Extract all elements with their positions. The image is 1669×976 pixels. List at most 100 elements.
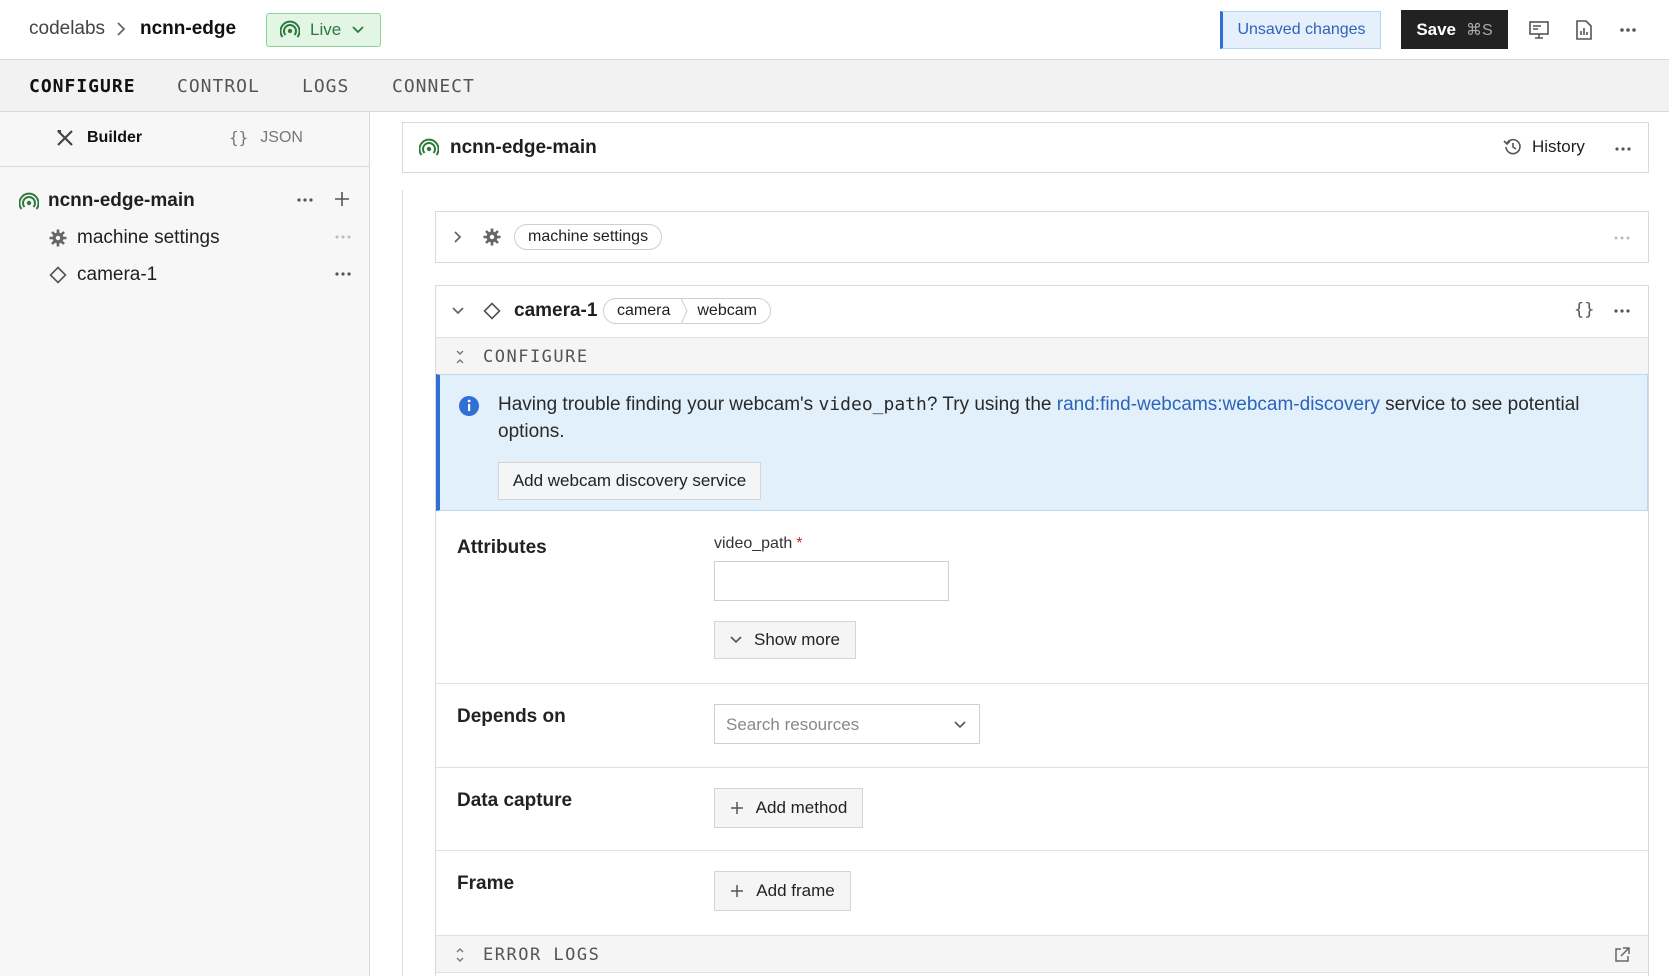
tree-guide-line (402, 190, 403, 976)
add-webcam-discovery-button[interactable]: Add webcam discovery service (498, 462, 761, 500)
history-button[interactable]: History (1503, 137, 1585, 157)
live-status-label: Live (310, 20, 342, 39)
chevron-down-icon (351, 25, 365, 35)
info-icon (458, 395, 480, 417)
video-path-label-text: video_path (714, 535, 793, 552)
divider (436, 850, 1648, 851)
report-icon[interactable] (1574, 19, 1594, 41)
braces-icon[interactable]: {} (1574, 300, 1594, 320)
error-logs-section-header[interactable]: ERROR LOGS (436, 935, 1648, 973)
component-type-chip: camera webcam (603, 298, 771, 324)
json-label: JSON (260, 128, 303, 146)
info-text-pre: Having trouble finding your webcam's (498, 394, 814, 415)
chevron-down-icon (954, 721, 966, 729)
unsaved-changes-badge: Unsaved changes (1220, 11, 1381, 49)
required-marker: * (796, 535, 803, 552)
chevron-right-icon[interactable] (453, 230, 463, 244)
chevron-down-icon (730, 636, 742, 644)
component-model: webcam (697, 302, 757, 319)
expand-icon (455, 948, 465, 962)
divider (436, 683, 1648, 684)
gear-icon (49, 229, 67, 247)
builder-json-toggle: Builder {} JSON (0, 112, 369, 167)
chevron-down-icon[interactable] (451, 306, 465, 316)
more-options-icon[interactable] (296, 192, 314, 208)
discovery-service-link[interactable]: rand:find-webcams:webcam-discovery (1057, 394, 1380, 415)
add-method-button[interactable]: Add method (714, 788, 863, 828)
info-message: Having trouble finding your webcam's vid… (498, 391, 1618, 445)
info-code: video_path (818, 394, 927, 415)
configure-section-header[interactable]: CONFIGURE (436, 337, 1648, 375)
tree-item-camera-1[interactable]: camera-1 (0, 257, 369, 293)
chevron-right-icon (115, 21, 127, 37)
more-options-icon[interactable] (334, 266, 352, 282)
tree-item-root[interactable]: ncnn-edge-main (0, 183, 369, 219)
add-icon[interactable] (334, 191, 350, 207)
video-path-label: video_path * (714, 535, 803, 553)
top-bar: codelabs ncnn-edge Live Unsaved changes … (0, 0, 1669, 60)
signal-icon (19, 192, 39, 212)
component-api: camera (617, 302, 671, 319)
signal-icon (280, 20, 300, 40)
chevron-separator-icon (680, 298, 688, 324)
monitor-icon[interactable] (1528, 19, 1550, 41)
frame-label: Frame (457, 873, 515, 894)
external-link-icon[interactable] (1613, 946, 1631, 964)
add-frame-label: Add frame (756, 881, 835, 900)
video-path-input[interactable] (714, 561, 949, 601)
tab-connect[interactable]: CONNECT (392, 76, 475, 97)
configure-section-label: CONFIGURE (483, 347, 589, 367)
component-name[interactable]: camera-1 (514, 300, 597, 322)
tree-root-label: ncnn-edge-main (48, 190, 195, 211)
braces-icon: {} (229, 128, 249, 147)
more-options-icon[interactable] (1613, 230, 1631, 246)
more-options-icon[interactable] (1614, 141, 1632, 157)
show-more-label: Show more (754, 630, 840, 649)
history-label: History (1532, 137, 1585, 156)
part-title: ncnn-edge-main (450, 137, 597, 158)
add-frame-button[interactable]: Add frame (714, 871, 851, 911)
plus-icon (730, 801, 744, 815)
breadcrumb-org[interactable]: codelabs (29, 18, 105, 40)
builder-label: Builder (87, 129, 143, 146)
camera-1-panel: camera-1 camera webcam {} CONFIGURE Havi… (435, 285, 1649, 976)
tree-item-label: machine settings (77, 227, 220, 248)
more-options-icon[interactable] (1613, 303, 1631, 319)
error-logs-label: ERROR LOGS (483, 945, 601, 965)
search-resources-placeholder: Search resources (726, 715, 860, 734)
divider (436, 767, 1648, 768)
gear-icon (483, 228, 501, 246)
attributes-label: Attributes (457, 537, 547, 558)
save-shortcut: ⌘S (1466, 21, 1493, 39)
tab-control[interactable]: CONTROL (177, 76, 260, 97)
collapse-icon (455, 350, 465, 364)
plus-icon (730, 884, 744, 898)
tree-item-label: camera-1 (77, 264, 158, 285)
search-resources-select[interactable]: Search resources (714, 704, 980, 744)
more-options-icon[interactable] (1619, 22, 1637, 38)
live-status-dropdown[interactable]: Live (266, 13, 381, 47)
diamond-icon (49, 266, 67, 284)
save-button[interactable]: Save ⌘S (1401, 10, 1508, 49)
signal-icon (419, 138, 439, 158)
depends-on-label: Depends on (457, 706, 566, 727)
webcam-info-callout: Having trouble finding your webcam's vid… (436, 374, 1648, 511)
save-label: Save (1416, 19, 1457, 39)
json-toggle[interactable]: {} JSON (229, 128, 303, 147)
machine-settings-panel: machine settings (435, 211, 1649, 263)
history-icon (1503, 137, 1523, 157)
data-capture-label: Data capture (457, 790, 573, 811)
breadcrumb-machine[interactable]: ncnn-edge (140, 18, 236, 40)
part-header: ncnn-edge-main History (402, 122, 1649, 173)
more-options-icon[interactable] (334, 229, 352, 245)
diamond-icon (483, 302, 501, 320)
tree-item-machine-settings[interactable]: machine settings (0, 220, 369, 256)
tab-configure[interactable]: CONFIGURE (29, 76, 136, 97)
tab-logs[interactable]: LOGS (302, 76, 349, 97)
info-text-mid: ? Try using the (926, 394, 1052, 415)
machine-settings-chip: machine settings (514, 224, 663, 250)
builder-toggle[interactable]: Builder (55, 128, 142, 148)
add-method-label: Add method (755, 798, 848, 817)
main-tabs: CONFIGURE CONTROL LOGS CONNECT (0, 60, 1669, 112)
show-more-button[interactable]: Show more (714, 621, 856, 659)
